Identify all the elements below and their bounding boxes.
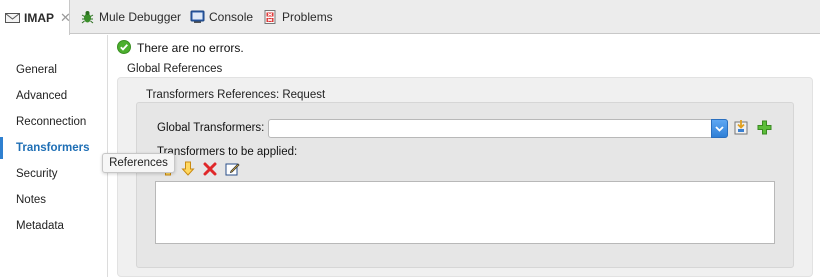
sidebar-item-transformers[interactable]: Transformers [0,137,108,159]
sidebar-item-advanced[interactable]: Advanced [0,85,108,107]
edit-button[interactable] [224,162,240,178]
close-icon[interactable]: ✕ [60,10,71,26]
remove-button[interactable] [202,162,218,178]
sidebar-item-security[interactable]: Security [0,163,108,185]
console-icon [190,10,205,24]
tab-label: Problems [282,10,333,24]
bug-icon [80,10,95,24]
references-tooltip: References [102,153,175,173]
tab-console[interactable]: Console [190,0,253,34]
chevron-down-icon[interactable] [711,119,728,138]
edit-pencil-icon [225,161,240,179]
tab-label: Console [209,10,254,24]
tab-mule-debugger[interactable]: Mule Debugger [80,0,181,34]
problems-icon [263,10,278,24]
plus-icon [757,120,772,138]
tab-label: Mule Debugger [99,10,182,24]
global-transformers-label: Global Transformers: [157,122,265,134]
editor-tab-bar: IMAP ✕ Mule Debugger Console Problems [0,0,820,35]
status-text: There are no errors. [137,41,244,55]
check-circle-icon [117,39,131,57]
transformers-to-apply-label: Transformers to be applied: [157,146,298,158]
properties-sidebar: General Advanced Reconnection Transforme… [0,35,108,277]
arrow-down-icon [181,161,195,179]
sidebar-item-general[interactable]: General [0,59,108,81]
sidebar-item-reconnection[interactable]: Reconnection [0,111,108,133]
global-transformers-combo[interactable] [268,119,728,138]
tab-imap[interactable]: IMAP ✕ [0,0,71,35]
sidebar-item-metadata[interactable]: Metadata [0,215,108,237]
sidebar-item-notes[interactable]: Notes [0,189,108,211]
global-references-title: Global References [127,63,223,75]
validation-status: There are no errors. [117,39,244,57]
tab-label: IMAP [24,10,54,25]
delete-x-icon [203,162,217,179]
transformers-list[interactable] [155,181,775,244]
move-down-button[interactable] [180,161,196,179]
reference-edit-icon [733,119,749,138]
mail-connector-icon [5,11,20,25]
add-reference-button[interactable] [756,120,772,138]
edit-reference-button[interactable] [733,119,749,138]
tab-problems[interactable]: Problems [263,0,333,34]
transformers-group-title: Transformers References: Request [146,89,326,101]
